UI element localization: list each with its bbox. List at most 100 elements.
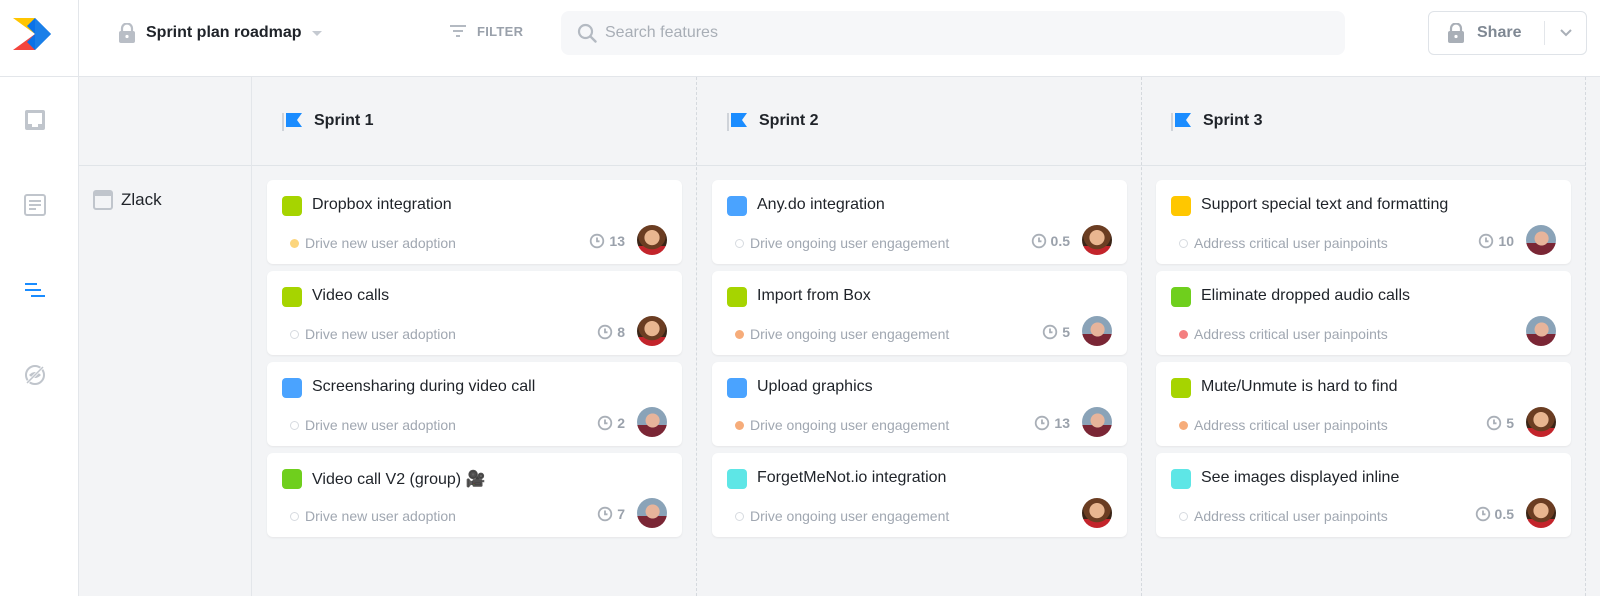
assignee-avatar[interactable] [1526, 407, 1556, 437]
feature-status-square [727, 196, 747, 216]
sprint-header[interactable]: Sprint 3 [1141, 77, 1586, 166]
estimate: 8 [597, 324, 625, 340]
feature-title: Any.do integration [757, 196, 885, 213]
sprint-header[interactable]: Sprint 1 [252, 77, 697, 166]
assignee-avatar[interactable] [1082, 225, 1112, 255]
goal-label: Drive ongoing user engagement [750, 508, 950, 524]
feature-card[interactable]: Screensharing during video call Drive new… [267, 362, 682, 446]
sprint-flag-icon [282, 113, 302, 131]
estimate: 2 [597, 415, 625, 431]
filter-button[interactable]: FILTER [449, 22, 523, 40]
lock-icon [1448, 23, 1464, 43]
goal-dot-icon [735, 329, 744, 339]
estimate: 10 [1478, 233, 1514, 249]
goal-dot-icon [735, 511, 744, 521]
feature-card[interactable]: Eliminate dropped audio calls Address cri… [1156, 271, 1571, 355]
goal-label: Drive new user adoption [305, 235, 456, 251]
estimate-value: 7 [617, 506, 625, 522]
roadmap-selector[interactable]: Sprint plan roadmap [118, 21, 322, 45]
goal-label: Drive new user adoption [305, 417, 456, 433]
estimate: 0.5 [1031, 233, 1070, 249]
assignee-avatar[interactable] [1082, 316, 1112, 346]
feature-card[interactable]: Video call V2 (group) 🎥 Drive new user ad… [267, 453, 682, 537]
goal-dot-icon [1179, 511, 1188, 521]
assignee-avatar[interactable] [637, 316, 667, 346]
share-control: Share [1428, 11, 1587, 55]
feature-status-square [1171, 196, 1191, 216]
goal-tag: Drive ongoing user engagement [735, 235, 949, 251]
feature-card[interactable]: ForgetMeNot.io integration Drive ongoing … [712, 453, 1127, 537]
goal-label: Drive ongoing user engagement [750, 235, 950, 251]
feature-card[interactable]: Dropbox integration Drive new user adopti… [267, 180, 682, 264]
column-divider [1585, 77, 1586, 596]
estimate: 7 [597, 506, 625, 522]
search-box[interactable] [561, 11, 1345, 55]
goal-tag: Address critical user painpoints [1179, 508, 1388, 524]
goal-dot-icon [290, 420, 299, 430]
assignee-avatar[interactable] [637, 498, 667, 528]
search-input[interactable] [605, 24, 1305, 42]
clock-icon [1035, 415, 1050, 431]
estimate: 5 [1042, 324, 1070, 340]
assignee-avatar[interactable] [637, 225, 667, 255]
feature-card[interactable]: Video calls Drive new user adoption 8 [267, 271, 682, 355]
goal-dot-icon [290, 329, 299, 339]
goal-label: Drive ongoing user engagement [750, 417, 950, 433]
estimate-value: 13 [1054, 415, 1070, 431]
clock-icon [1475, 506, 1490, 522]
document-icon[interactable] [24, 194, 46, 216]
sprint-label: Sprint 3 [1203, 112, 1263, 129]
feature-card[interactable]: Any.do integration Drive ongoing user eng… [712, 180, 1127, 264]
share-button[interactable]: Share [1429, 12, 1544, 54]
feature-card[interactable]: See images displayed inline Address criti… [1156, 453, 1571, 537]
feature-status-square [282, 378, 302, 398]
left-nav [0, 77, 79, 596]
estimate: 13 [1034, 415, 1070, 431]
feature-card[interactable]: Upload graphics Drive ongoing user engage… [712, 362, 1127, 446]
feature-card[interactable]: Import from Box Drive ongoing user engage… [712, 271, 1127, 355]
feature-title: Video call V2 (group) 🎥 [312, 471, 486, 488]
assignee-avatar[interactable] [1526, 498, 1556, 528]
product-row-label[interactable]: Zlack [93, 190, 162, 210]
row-header-column: Zlack [79, 77, 252, 596]
feature-status-square [727, 287, 747, 307]
estimate-value: 2 [617, 415, 625, 431]
clock-icon [1479, 233, 1494, 249]
app-logo-icon[interactable] [13, 18, 57, 50]
assignee-avatar[interactable] [1082, 407, 1112, 437]
goal-tag: Drive new user adoption [290, 235, 456, 251]
roadmap-title: Sprint plan roadmap [146, 24, 302, 41]
feature-card[interactable]: Support special text and formatting Addre… [1156, 180, 1571, 264]
sprint-label: Sprint 1 [314, 112, 374, 129]
feature-status-square [1171, 287, 1191, 307]
hidden-view-icon[interactable] [24, 364, 46, 386]
estimate-value: 10 [1498, 233, 1514, 249]
roadmap-icon[interactable] [24, 279, 46, 301]
chevron-down-icon[interactable] [311, 30, 322, 36]
assignee-avatar[interactable] [1082, 498, 1112, 528]
goal-dot-icon [735, 420, 744, 430]
clock-icon [1031, 233, 1046, 249]
feature-status-square [282, 196, 302, 216]
sprint-flag-icon [727, 113, 747, 131]
goal-dot-icon [1179, 420, 1188, 430]
assignee-avatar[interactable] [637, 407, 667, 437]
filter-icon [450, 25, 466, 37]
feature-title: Import from Box [757, 287, 871, 304]
row-header-top [79, 77, 251, 166]
estimate: 13 [589, 233, 625, 249]
feature-status-square [282, 287, 302, 307]
inbox-icon[interactable] [24, 109, 46, 131]
feature-card[interactable]: Mute/Unmute is hard to find Address criti… [1156, 362, 1571, 446]
assignee-avatar[interactable] [1526, 225, 1556, 255]
feature-title: See images displayed inline [1201, 469, 1400, 486]
share-options-button[interactable] [1545, 12, 1586, 54]
top-bar: Sprint plan roadmap FILTER Share [0, 0, 1600, 77]
filter-label: FILTER [477, 23, 524, 39]
feature-title: Video calls [312, 287, 390, 304]
goal-dot-icon [735, 238, 744, 248]
feature-status-square [1171, 378, 1191, 398]
assignee-avatar[interactable] [1526, 316, 1556, 346]
sprint-header[interactable]: Sprint 2 [697, 77, 1142, 166]
clock-icon [1487, 415, 1502, 431]
